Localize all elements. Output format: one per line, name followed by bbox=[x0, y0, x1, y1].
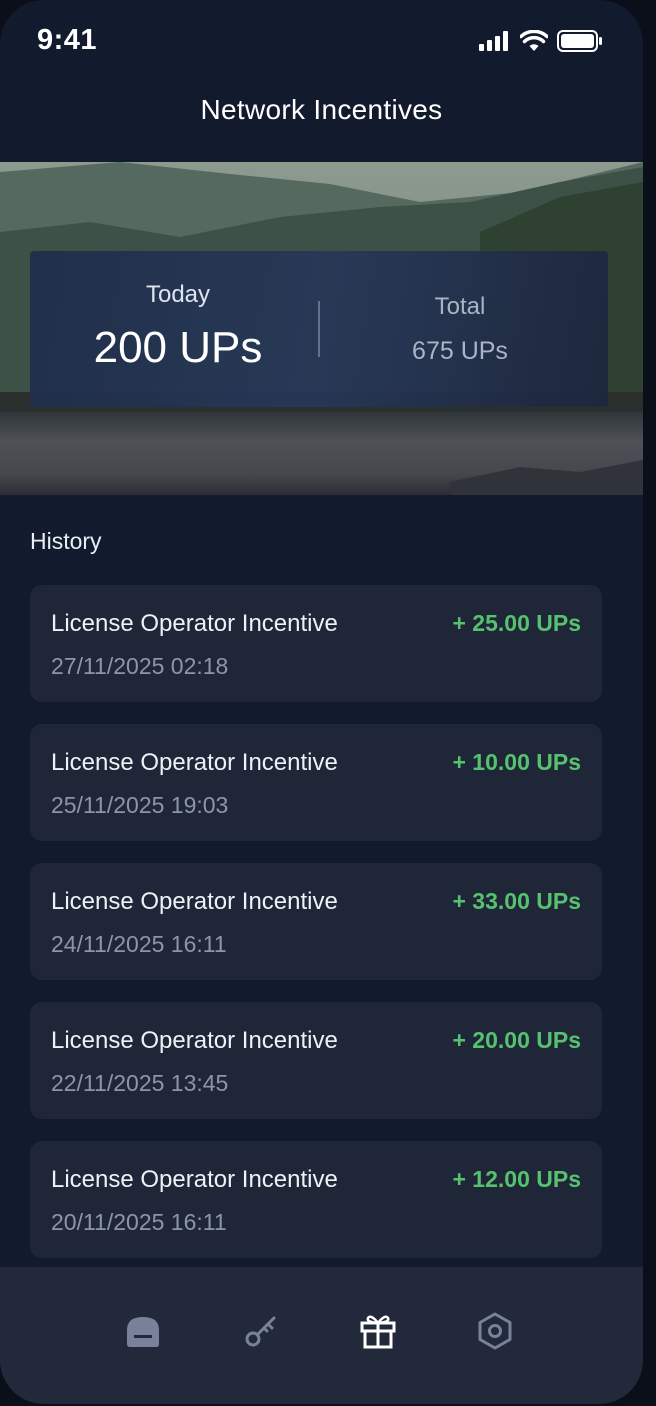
history-item-title: License Operator Incentive bbox=[51, 1027, 338, 1054]
history-item-amount: + 10.00 UPs bbox=[452, 749, 581, 775]
history-item-title: License Operator Incentive bbox=[51, 1166, 338, 1193]
history-item[interactable]: License Operator Incentive + 25.00 UPs 2… bbox=[30, 585, 602, 702]
today-value: 200 UPs bbox=[93, 323, 263, 372]
history-item-date: 20/11/2025 16:11 bbox=[51, 1209, 227, 1235]
cellular-signal-icon bbox=[479, 31, 508, 51]
history-item[interactable]: License Operator Incentive + 33.00 UPs 2… bbox=[30, 863, 602, 980]
gift-icon bbox=[360, 1315, 396, 1349]
history-item-title: License Operator Incentive bbox=[51, 888, 338, 915]
total-value: 675 UPs bbox=[412, 337, 508, 365]
nav-settings-button[interactable] bbox=[475, 1311, 515, 1351]
history-item[interactable]: License Operator Incentive + 10.00 UPs 2… bbox=[30, 724, 602, 841]
history-item-date: 24/11/2025 16:11 bbox=[51, 931, 227, 957]
settings-icon bbox=[478, 1312, 512, 1350]
nav-incentives-button[interactable] bbox=[358, 1311, 398, 1351]
page-title: Network Incentives bbox=[200, 94, 443, 125]
history-item[interactable]: License Operator Incentive + 20.00 UPs 2… bbox=[30, 1002, 602, 1119]
nav-key-button[interactable] bbox=[241, 1311, 281, 1351]
history-item-title: License Operator Incentive bbox=[51, 749, 338, 776]
home-icon bbox=[127, 1317, 159, 1347]
status-icons bbox=[479, 30, 603, 52]
bottom-navigation bbox=[0, 1267, 643, 1404]
phone-screen: 9:41 Network Incentives Today 200 UPs To… bbox=[0, 0, 643, 1404]
history-item-date: 25/11/2025 19:03 bbox=[51, 792, 229, 818]
history-list: License Operator Incentive + 25.00 UPs 2… bbox=[30, 585, 602, 1280]
status-bar: 9:41 bbox=[0, 0, 643, 85]
history-item-date: 22/11/2025 13:45 bbox=[51, 1070, 229, 1096]
history-item-amount: + 33.00 UPs bbox=[452, 888, 581, 914]
hero-banner: Today 200 UPs Total 675 UPs bbox=[0, 162, 643, 495]
nav-home-button[interactable] bbox=[123, 1311, 163, 1351]
history-item-title: License Operator Incentive bbox=[51, 610, 338, 637]
incentive-stats-card: Today 200 UPs Total 675 UPs bbox=[30, 251, 608, 407]
history-item-date: 27/11/2025 02:18 bbox=[51, 653, 229, 679]
history-item-amount: + 20.00 UPs bbox=[452, 1027, 581, 1053]
key-icon bbox=[245, 1316, 276, 1347]
today-label: Today bbox=[145, 281, 211, 308]
history-item[interactable]: License Operator Incentive + 12.00 UPs 2… bbox=[30, 1141, 602, 1258]
battery-icon bbox=[557, 30, 602, 52]
total-label: Total bbox=[434, 293, 486, 320]
history-item-amount: + 25.00 UPs bbox=[452, 610, 581, 636]
status-time: 9:41 bbox=[37, 24, 98, 56]
history-item-amount: + 12.00 UPs bbox=[452, 1166, 581, 1192]
wifi-icon bbox=[520, 30, 548, 51]
history-section-title: History bbox=[30, 528, 102, 554]
